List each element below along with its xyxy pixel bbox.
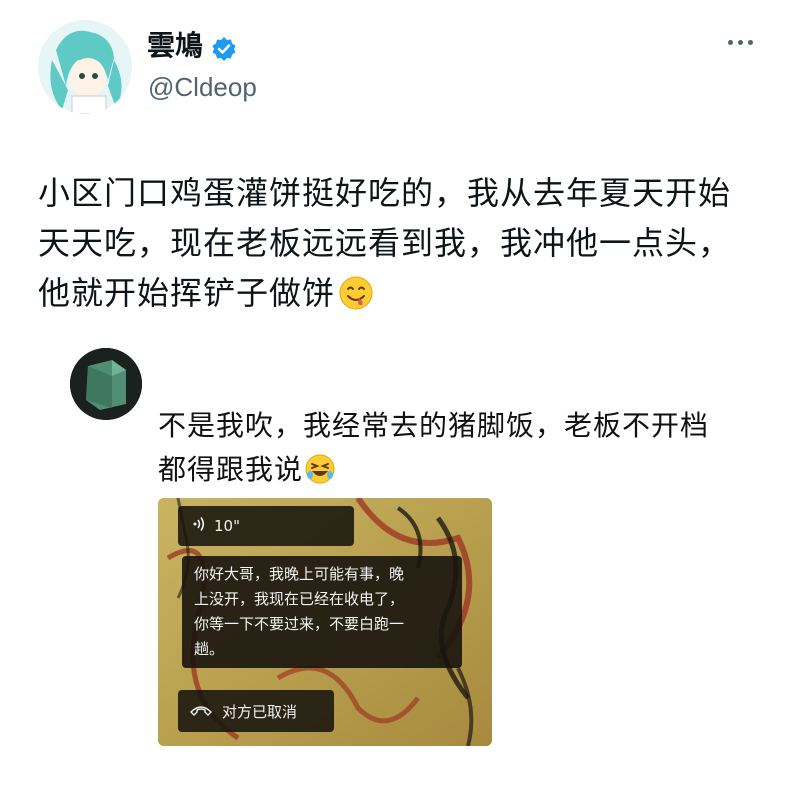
author-avatar[interactable] [38, 20, 132, 114]
tweet-text: 小区门口鸡蛋灌饼挺好吃的，我从去年夏天开始天天吃，现在老板远远看到我，我冲他一点… [38, 168, 738, 318]
voice-duration: 10" [214, 517, 240, 535]
author-name-row[interactable]: 雲鳩 [147, 26, 237, 66]
reply-body: 不是我吹，我经常去的猪脚饭，老板不开档都得跟我说 [158, 409, 710, 486]
author-display-name[interactable]: 雲鳩 [147, 26, 203, 66]
more-options-icon[interactable] [728, 36, 760, 48]
rolling-laughing-emoji-icon [305, 453, 335, 484]
yum-face-emoji-icon [339, 274, 373, 310]
reply-text: 不是我吹，我经常去的猪脚饭，老板不开档都得跟我说 [158, 404, 728, 492]
phone-hangup-icon [190, 702, 212, 720]
verified-badge-icon [211, 33, 237, 61]
voice-message-bubble[interactable]: 10" [178, 506, 354, 546]
reply-avatar[interactable] [70, 348, 142, 420]
text-message-bubble: 你好大哥，我晚上可能有事，晚 上没开，我现在已经在收电了， 你等一下不要过来，不… [182, 556, 462, 668]
voice-wave-icon [192, 516, 206, 536]
tweet-body: 小区门口鸡蛋灌饼挺好吃的，我从去年夏天开始天天吃，现在老板远远看到我，我冲他一点… [38, 174, 732, 312]
call-status-text: 对方已取消 [222, 702, 298, 721]
call-status-bubble[interactable]: 对方已取消 [178, 690, 334, 732]
author-handle[interactable]: @Cldeop [148, 70, 257, 104]
